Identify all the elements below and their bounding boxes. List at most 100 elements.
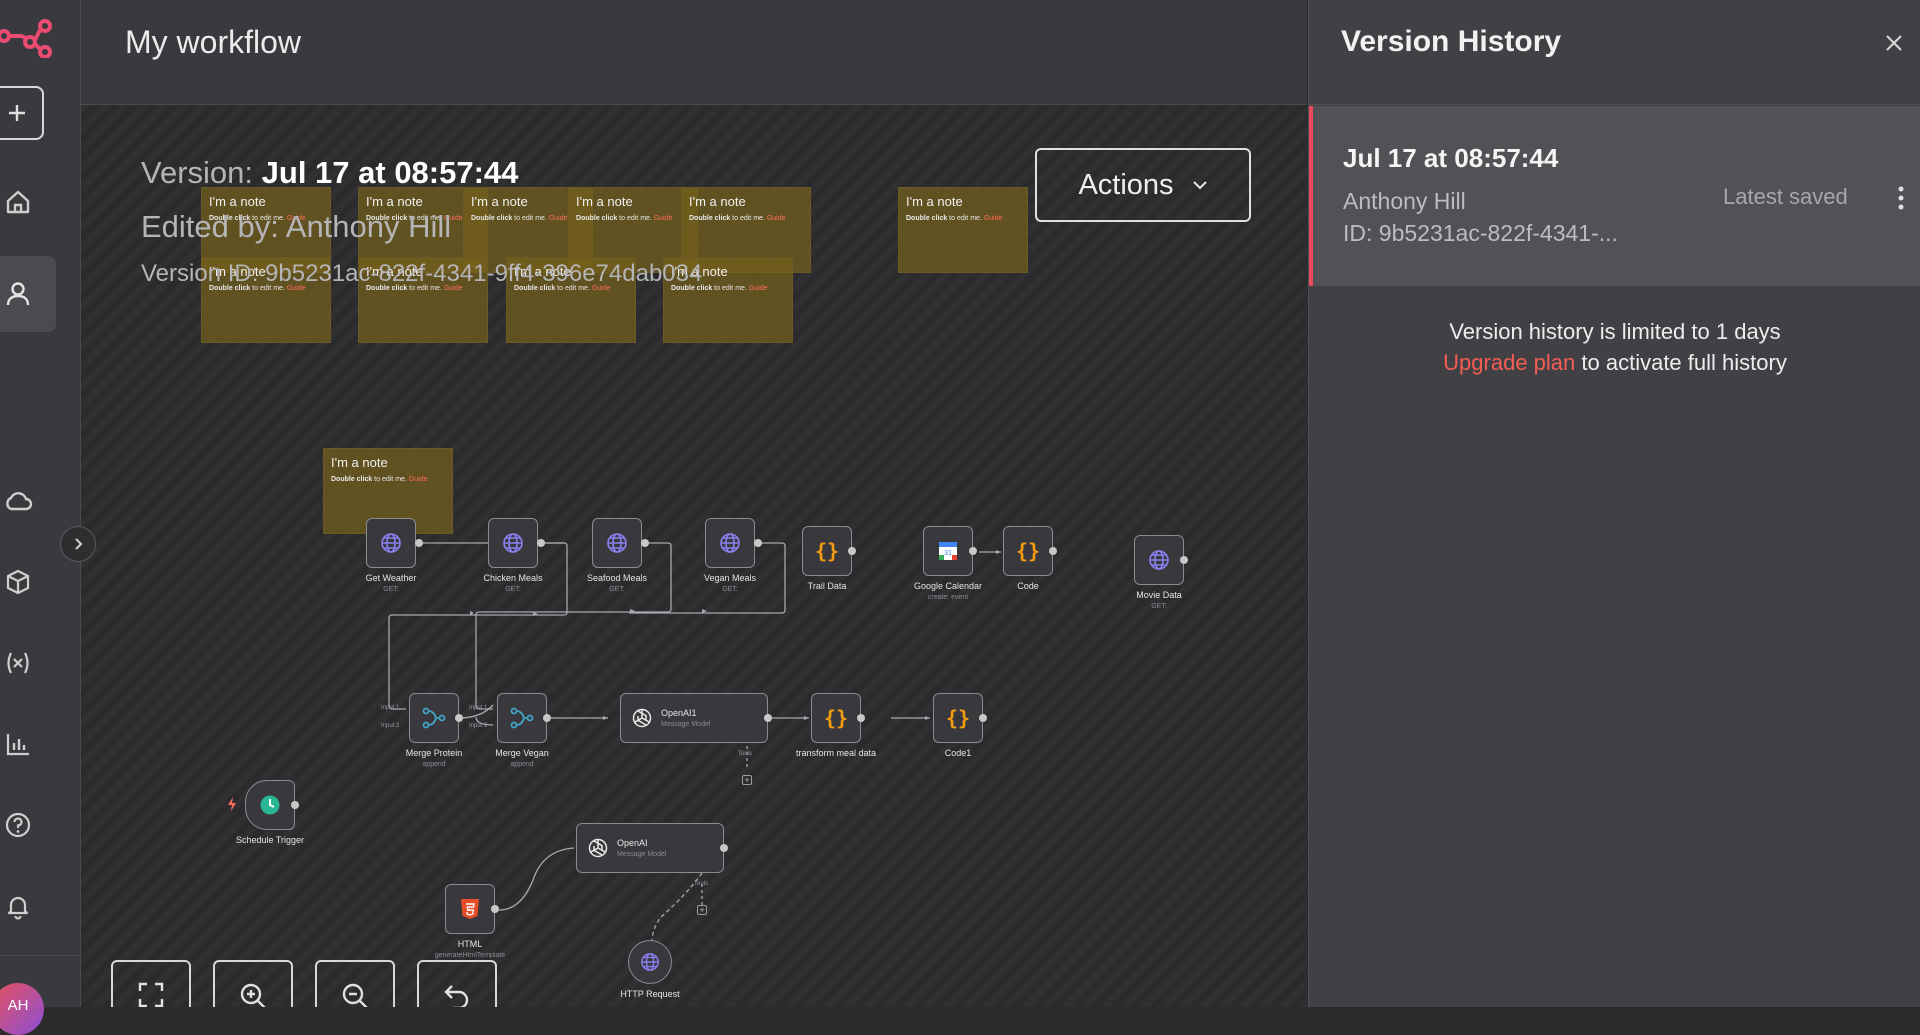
output-port[interactable] (848, 547, 856, 555)
workflow-title[interactable]: My workflow (125, 24, 301, 61)
output-port[interactable] (641, 539, 649, 547)
node-vegan-meals[interactable] (705, 518, 755, 568)
panel-title: Version History (1341, 25, 1562, 58)
port-label: Input 2 (469, 723, 488, 729)
output-port[interactable] (1049, 547, 1057, 555)
output-port[interactable] (537, 539, 545, 547)
chart-icon[interactable] (0, 726, 36, 762)
workflow-canvas[interactable]: Version: Jul 17 at 08:57:44 I'm a note D… (81, 105, 1307, 1007)
note-title: I'm a note (689, 194, 746, 209)
home-icon[interactable] (0, 184, 36, 220)
undo-button[interactable] (417, 960, 497, 1007)
note-guide-link[interactable]: Guide (984, 215, 1003, 222)
version-info-line: Version: Jul 17 at 08:57:44 (141, 155, 518, 191)
node-openai1[interactable]: OpenAI1 Message Model (620, 693, 768, 743)
limit-suffix: to activate full history (1575, 350, 1787, 375)
zoom-in-button[interactable] (213, 960, 293, 1007)
n8n-logo-icon[interactable] (0, 14, 54, 58)
add-tool-button[interactable]: + (742, 775, 752, 785)
svg-text:31: 31 (944, 550, 952, 557)
output-port[interactable] (455, 714, 463, 722)
add-button[interactable] (0, 86, 44, 140)
variables-icon[interactable] (0, 645, 36, 681)
version-entry-id: ID: 9b5231ac-822f-4341-... (1343, 220, 1618, 246)
bell-icon[interactable] (0, 888, 36, 924)
node-schedule-trigger[interactable] (245, 780, 295, 830)
node-subtitle: GET: (505, 586, 521, 593)
trigger-bolt-icon (228, 797, 236, 811)
note-bold: Double click (331, 476, 373, 483)
actions-button[interactable]: Actions (1035, 148, 1251, 222)
sidebar-collapse-button[interactable] (60, 526, 96, 562)
node-label: OpenAI1 (661, 708, 697, 718)
plus-icon (9, 105, 25, 121)
node-subtitle: generateHtmlTemplate (434, 952, 506, 959)
code-icon: {} (1015, 539, 1041, 563)
node-google-calendar[interactable]: 31 (923, 526, 973, 576)
note-bold: Double click (689, 215, 731, 222)
output-port[interactable] (720, 844, 728, 852)
node-transform-meal-data[interactable]: {} (811, 693, 861, 743)
close-icon[interactable] (1885, 34, 1903, 52)
output-port[interactable] (857, 714, 865, 722)
avatar[interactable]: AH (0, 983, 44, 1035)
node-subtitle: append (510, 761, 534, 768)
node-chicken-meals[interactable] (488, 518, 538, 568)
help-icon[interactable] (0, 807, 36, 843)
note-guide-link[interactable]: Guide (654, 215, 673, 222)
cube-icon[interactable] (0, 564, 36, 600)
version-entry-user: Anthony Hill (1343, 188, 1466, 214)
note-guide-link[interactable]: Guide (767, 215, 786, 222)
globe-icon (1149, 550, 1169, 570)
node-movie-data[interactable] (1134, 535, 1184, 585)
sticky-note[interactable]: I'm a note Double click to edit me. Guid… (898, 187, 1028, 273)
node-get-weather[interactable] (366, 518, 416, 568)
output-port[interactable] (415, 539, 423, 547)
port-label: Tools (738, 751, 753, 757)
calendar-icon: 31 (939, 542, 957, 560)
fit-view-button[interactable] (111, 960, 191, 1007)
note-guide-link[interactable]: Guide (549, 215, 568, 222)
version-entry[interactable]: Jul 17 at 08:57:44 Anthony Hill ID: 9b52… (1309, 106, 1920, 286)
note-bold: Double click (906, 215, 948, 222)
node-label: Schedule Trigger (235, 835, 305, 845)
node-trail-data[interactable]: {} (802, 526, 852, 576)
output-port[interactable] (543, 714, 551, 722)
version-edited-by: Edited by: Anthony Hill (141, 209, 452, 244)
upgrade-plan-link[interactable]: Upgrade plan (1443, 350, 1575, 375)
note-title: I'm a note (906, 194, 963, 209)
node-merge-protein[interactable] (409, 693, 459, 743)
output-port[interactable] (491, 905, 499, 913)
note-bold: Double click (471, 215, 513, 222)
node-http-request[interactable] (628, 940, 672, 984)
add-tool-button[interactable]: + (697, 905, 707, 915)
zoom-out-button[interactable] (315, 960, 395, 1007)
output-port[interactable] (979, 714, 987, 722)
output-port[interactable] (1180, 556, 1188, 564)
user-icon[interactable] (0, 276, 36, 312)
chevron-right-icon (75, 538, 83, 550)
node-merge-vegan[interactable] (497, 693, 547, 743)
more-vertical-icon[interactable] (1897, 186, 1905, 210)
chevron-down-icon (1192, 181, 1207, 190)
note-title: I'm a note (331, 455, 388, 470)
node-label: Code1 (944, 748, 972, 758)
zoom-out-icon (342, 983, 368, 1007)
node-label: Movie Data (1136, 590, 1182, 600)
html5-icon (461, 899, 479, 919)
output-port[interactable] (291, 801, 299, 809)
node-seafood-meals[interactable] (592, 518, 642, 568)
node-label: Code (1017, 581, 1039, 591)
note-guide-link[interactable]: Guide (749, 285, 768, 292)
node-openai[interactable]: OpenAI Message Model (576, 823, 724, 873)
output-port[interactable] (764, 714, 772, 722)
node-code[interactable]: {} (1003, 526, 1053, 576)
note-guide-link[interactable]: Guide (409, 476, 428, 483)
globe-icon (607, 533, 627, 553)
output-port[interactable] (969, 547, 977, 555)
cloud-icon[interactable] (0, 483, 36, 519)
node-code1[interactable]: {} (933, 693, 983, 743)
node-subtitle: GET: (1151, 603, 1167, 610)
output-port[interactable] (754, 539, 762, 547)
node-html[interactable] (445, 884, 495, 934)
